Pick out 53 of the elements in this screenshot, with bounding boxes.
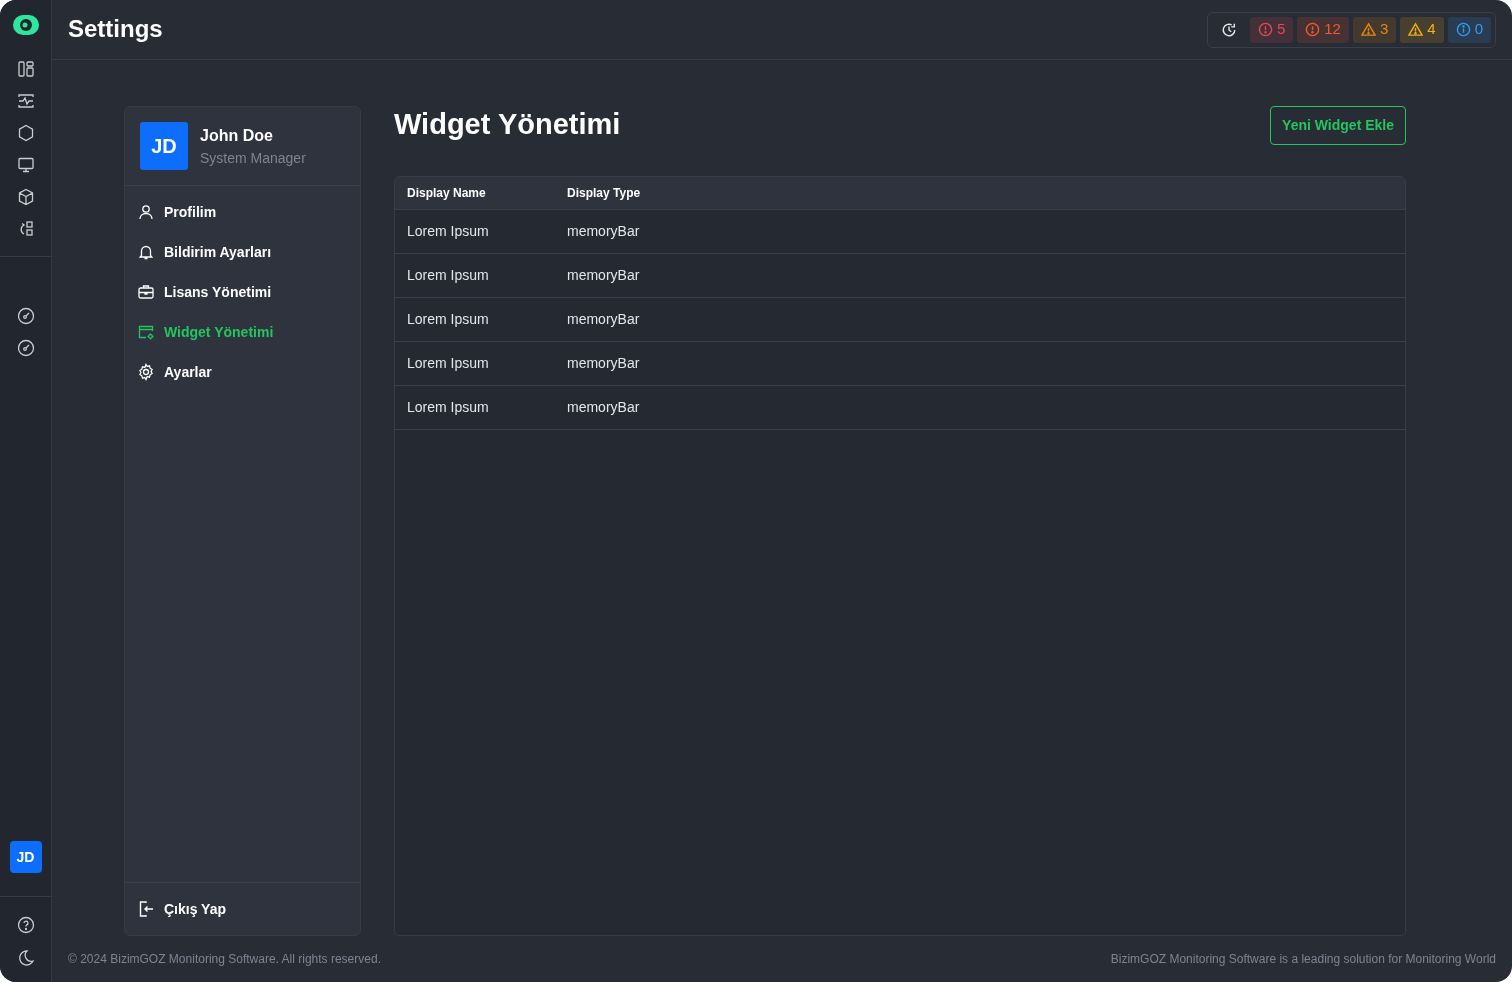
- table-cell: Lorem Ipsum: [395, 342, 555, 386]
- alert-count-badge[interactable]: 12: [1297, 16, 1349, 43]
- bell-icon: [137, 243, 155, 261]
- menu-item[interactable]: Widget Yönetimi: [125, 312, 360, 352]
- history-icon[interactable]: [1220, 21, 1237, 38]
- page-title: Settings: [68, 15, 163, 44]
- table-cell: memoryBar: [555, 298, 1405, 342]
- alert-count-badge[interactable]: 5: [1249, 16, 1294, 43]
- copyright-text: © 2024 BizimGOZ Monitoring Software. All rights reserved.: [68, 951, 381, 968]
- user-role: System Manager: [200, 148, 306, 168]
- alert-circle-icon: [1257, 22, 1273, 37]
- alert-count-badge[interactable]: 0: [1447, 16, 1491, 43]
- alert-circle-icon: [1305, 22, 1321, 37]
- warning-triangle-icon: [1408, 22, 1424, 37]
- moon-icon[interactable]: [16, 949, 35, 967]
- column-header: Display Type: [555, 177, 1405, 210]
- column-header: Display Name: [395, 177, 555, 210]
- menu-item[interactable]: Bildirim Ayarları: [125, 232, 360, 272]
- table-cell: Lorem Ipsum: [395, 210, 555, 254]
- hexagon-icon[interactable]: [16, 124, 35, 142]
- table-cell: Lorem Ipsum: [395, 386, 555, 430]
- user-avatar: JD: [140, 122, 188, 170]
- layout-icon[interactable]: [16, 60, 35, 78]
- alert-count-badge[interactable]: 3: [1352, 16, 1397, 43]
- gauge-icon[interactable]: [16, 307, 35, 325]
- table-cell: memoryBar: [555, 210, 1405, 254]
- logo-icon[interactable]: [12, 15, 39, 35]
- briefcase-icon: [137, 283, 155, 301]
- section-title: Widget Yönetimi: [394, 107, 621, 142]
- add-widget-button[interactable]: Yeni Widget Ekle: [1270, 106, 1406, 145]
- menu-item[interactable]: Ayarlar: [125, 352, 360, 392]
- menu-item[interactable]: Lisans Yönetimi: [125, 272, 360, 312]
- table-cell: memoryBar: [555, 386, 1405, 430]
- user-avatar[interactable]: JD: [9, 841, 42, 873]
- warning-triangle-icon: [1360, 22, 1376, 37]
- alert-count-badge[interactable]: 4: [1400, 16, 1444, 43]
- logout-icon: [137, 900, 155, 918]
- tagline-text: BizimGOZ Monitoring Software is a leading solution for Monitoring World: [1110, 951, 1496, 968]
- activity-icon[interactable]: [16, 92, 35, 110]
- help-icon[interactable]: [16, 916, 35, 934]
- user-name: John Doe: [200, 125, 274, 146]
- table-cell: Lorem Ipsum: [395, 298, 555, 342]
- info-circle-icon: [1455, 22, 1471, 37]
- menu-item[interactable]: Profilim: [125, 192, 360, 232]
- table-cell: memoryBar: [555, 342, 1405, 386]
- person-icon: [137, 203, 155, 221]
- cube-icon[interactable]: [16, 188, 35, 206]
- table-cell: memoryBar: [555, 254, 1405, 298]
- gear-icon: [137, 363, 155, 381]
- table-cell: Lorem Ipsum: [395, 254, 555, 298]
- monitor-icon[interactable]: [16, 156, 35, 174]
- logout-button[interactable]: Çıkış Yap: [125, 889, 360, 929]
- gauge-icon[interactable]: [16, 339, 35, 357]
